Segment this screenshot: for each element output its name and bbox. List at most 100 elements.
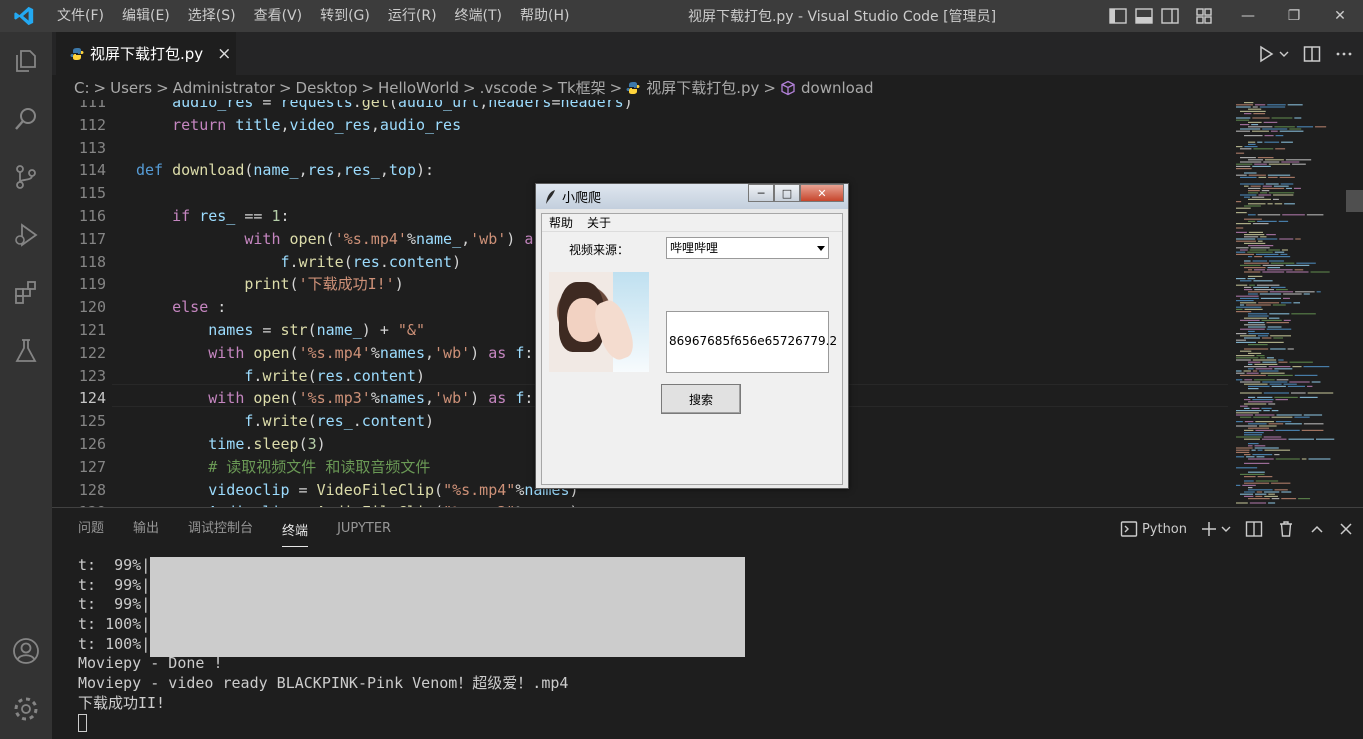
minimap-stroke [1248,363,1253,365]
breadcrumb: C: > Users > Administrator > Desktop > H… [52,75,1363,100]
more-actions-icon[interactable] [1335,45,1353,63]
minimap-stroke [1266,322,1289,324]
split-terminal-icon[interactable] [1245,520,1263,538]
minimap-stroke [1236,456,1245,458]
breadcrumb-item[interactable]: Users [110,79,152,97]
minimap-stroke [1248,198,1272,200]
minimap-stroke [1307,392,1334,394]
tab-output[interactable]: 输出 [133,508,159,550]
minimap-stroke [1262,128,1288,130]
breadcrumb-item[interactable]: .vscode [480,79,538,97]
menu-go[interactable]: 转到(G) [311,0,379,32]
terminal-shell-label[interactable]: Python [1142,522,1187,537]
minimap-stroke [1248,401,1273,403]
settings-gear-icon[interactable] [0,680,52,738]
tk-title-bar[interactable]: 小爬爬 ─ □ ✕ [536,184,848,209]
account-icon[interactable] [0,622,52,680]
minimap-stroke [1264,256,1291,258]
minimap-stroke [1236,436,1262,438]
split-editor-icon[interactable] [1303,45,1321,63]
chevron-down-icon[interactable] [817,246,825,251]
tab-debug-console[interactable]: 调试控制台 [188,508,253,550]
toggle-panel-icon[interactable] [1134,6,1154,26]
tk-minimize-icon[interactable]: ─ [748,184,774,202]
minimap-stroke [1236,163,1253,165]
breadcrumb-item[interactable]: download [801,79,874,97]
minimap-stroke [1244,324,1266,326]
breadcrumb-item[interactable]: Tk框架 [558,77,606,98]
minimap-stroke [1275,421,1292,423]
tab-active-file[interactable]: 视屏下载打包.py × [56,32,236,75]
minimap-stroke [1252,260,1268,262]
maximize-panel-icon[interactable] [1309,521,1325,537]
code-line[interactable]: 112 return title,video_res,audio_res [52,114,1228,137]
minimize-icon[interactable]: — [1225,0,1271,32]
menu-terminal[interactable]: 终端(T) [446,0,511,32]
breadcrumb-item[interactable]: HelloWorld [378,79,459,97]
breadcrumb-item[interactable]: 视屏下载打包.py [646,77,759,98]
toggle-primary-sidebar-icon[interactable] [1108,6,1128,26]
menu-selection[interactable]: 选择(S) [179,0,245,32]
tab-jupyter[interactable]: JUPYTER [337,508,391,550]
search-icon[interactable] [0,90,52,148]
menu-run[interactable]: 运行(R) [379,0,446,32]
new-terminal-icon[interactable] [1201,521,1217,537]
run-python-file-icon[interactable] [1257,45,1275,63]
tk-client-area: 帮助 关于 视频来源： 哔哩哔哩 86967685f656e65726779.2… [541,213,843,485]
terminal-chevron-down-icon[interactable] [1221,524,1231,534]
minimap-stroke [1274,368,1293,370]
customize-layout-icon[interactable] [1194,6,1214,26]
menu-help[interactable]: 帮助(H) [511,0,578,32]
minimap-stroke [1252,130,1269,132]
tk-app-window[interactable]: 小爬爬 ─ □ ✕ 帮助 关于 视频来源： 哔哩哔哩 86967685f656e… [535,183,849,489]
restore-icon[interactable]: ❐ [1271,0,1317,32]
minimap-stroke [1248,141,1256,143]
tk-input-text[interactable]: 86967685f656e65726779.2 [666,311,837,373]
source-control-icon[interactable] [0,148,52,206]
breadcrumb-item[interactable]: C: [74,79,90,97]
minimap[interactable] [1228,100,1346,507]
minimap-stroke [1270,348,1286,350]
code-line[interactable]: 113 [52,137,1228,160]
minimap-stroke [1236,379,1243,381]
tab-close-icon[interactable]: × [217,44,231,64]
terminal-line: t: 99%| [78,595,151,614]
menu-file[interactable]: 文件(F) [48,0,113,32]
toggle-secondary-sidebar-icon[interactable] [1160,6,1180,26]
close-window-icon[interactable]: ✕ [1317,0,1363,32]
minimap-stroke [1248,458,1274,460]
tk-source-combobox[interactable]: 哔哩哔哩 [666,237,829,259]
minimap-stroke [1264,141,1280,143]
explorer-icon[interactable] [0,32,52,90]
run-chevron-down-icon[interactable] [1279,49,1289,59]
minimap-stroke [1246,456,1255,458]
minimap-stroke [1244,185,1249,187]
tab-terminal[interactable]: 终端 [282,511,309,547]
minimap-stroke [1268,163,1291,165]
testing-icon[interactable] [0,322,52,380]
breadcrumb-item[interactable]: Administrator [173,79,275,97]
tk-close-icon[interactable]: ✕ [800,184,844,202]
code-text: with open('%s.mp4'%names,'wb') as f: [208,343,534,362]
tk-maximize-icon[interactable]: □ [774,184,800,202]
editor-scrollbar-thumb[interactable] [1346,190,1363,212]
tk-menu-about[interactable]: 关于 [580,214,618,231]
minimap-stroke [1248,190,1260,192]
extensions-icon[interactable] [0,264,52,322]
trash-icon[interactable] [1277,520,1295,538]
editor-scrollbar[interactable] [1346,100,1363,507]
terminal-output[interactable]: t: 99%| t: 99%| t: 99%| t: 100%| t: 100%… [78,556,568,733]
close-panel-icon[interactable] [1339,522,1353,536]
code-line[interactable]: 111 audio_res = requests.get(audio_url,h… [52,100,1228,114]
tk-menu-help[interactable]: 帮助 [542,214,580,231]
menu-view[interactable]: 查看(V) [245,0,312,32]
tab-problems[interactable]: 问题 [78,508,104,550]
menu-edit[interactable]: 编辑(E) [113,0,179,32]
minimap-stroke [1248,192,1259,194]
breadcrumb-item[interactable]: Desktop [296,79,358,97]
minimap-stroke [1299,396,1318,398]
run-debug-icon[interactable] [0,206,52,264]
code-line[interactable]: 114 def download(name_,res,res_,top): [52,159,1228,182]
minimap-stroke [1259,106,1286,108]
tk-search-button[interactable]: 搜索 [661,384,741,414]
